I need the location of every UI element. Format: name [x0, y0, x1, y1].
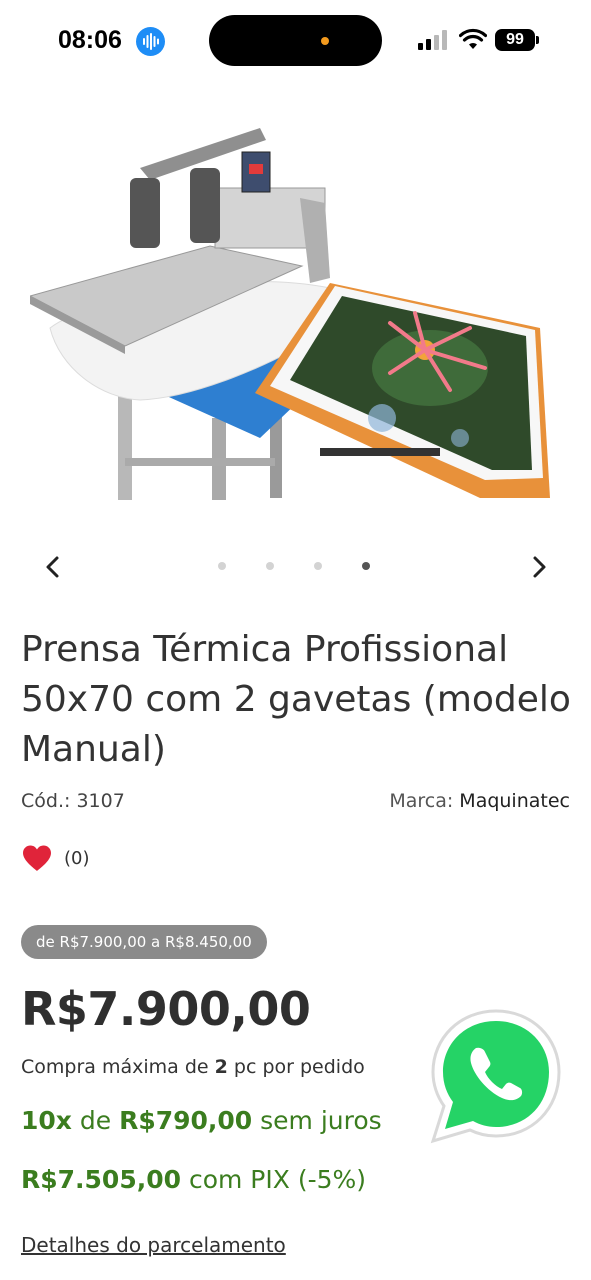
max-purchase-note: Compra máxima de 2 pc por pedido — [21, 1056, 365, 1078]
wifi-icon — [459, 28, 487, 49]
product-title: Prensa Térmica Profissional 50x70 com 2 … — [21, 629, 571, 770]
battery-level: 99 — [495, 29, 535, 51]
carousel-prev-button[interactable] — [40, 554, 66, 580]
favorite-button[interactable]: (0) — [22, 845, 90, 872]
product-price: R$7.900,00 — [21, 982, 311, 1036]
favorite-count: (0) — [64, 848, 90, 869]
heart-icon[interactable] — [22, 845, 52, 872]
carousel-dot[interactable] — [266, 562, 274, 570]
recording-indicator-icon — [321, 37, 329, 45]
pix-price-info: R$7.505,00 com PIX (-5%) — [21, 1165, 367, 1194]
carousel-dot-active[interactable] — [362, 562, 370, 570]
status-bar: 08:06 99 — [0, 0, 591, 80]
status-time: 08:06 — [58, 26, 122, 54]
battery-icon: 99 — [495, 29, 539, 51]
sku-value: 3107 — [76, 790, 125, 812]
whatsapp-button[interactable] — [425, 1005, 567, 1147]
product-sku: Cód.: 3107 — [21, 790, 125, 812]
carousel-next-button[interactable] — [526, 554, 552, 580]
max-purchase-qty: 2 — [214, 1056, 228, 1078]
price-range-badge: de R$7.900,00 a R$8.450,00 — [21, 925, 267, 959]
carousel-dot[interactable] — [218, 562, 226, 570]
carousel-dot[interactable] — [314, 562, 322, 570]
dynamic-island — [209, 15, 382, 66]
installments-info: 10x de R$790,00 sem juros — [21, 1106, 382, 1135]
cellular-signal-icon — [418, 30, 447, 50]
installment-details-link[interactable]: Detalhes do parcelamento — [21, 1233, 286, 1257]
installments-value: R$790,00 — [119, 1106, 253, 1135]
brand-value[interactable]: Maquinatec — [459, 790, 570, 812]
brand-label: Marca: — [389, 790, 454, 812]
installments-count: 10x — [21, 1106, 72, 1135]
audio-wave-icon — [136, 27, 165, 56]
sku-label: Cód.: — [21, 790, 71, 812]
carousel-dots — [218, 562, 378, 572]
product-brand: Marca: Maquinatec — [389, 790, 570, 812]
pix-price: R$7.505,00 — [21, 1165, 182, 1194]
product-image[interactable] — [30, 118, 556, 502]
